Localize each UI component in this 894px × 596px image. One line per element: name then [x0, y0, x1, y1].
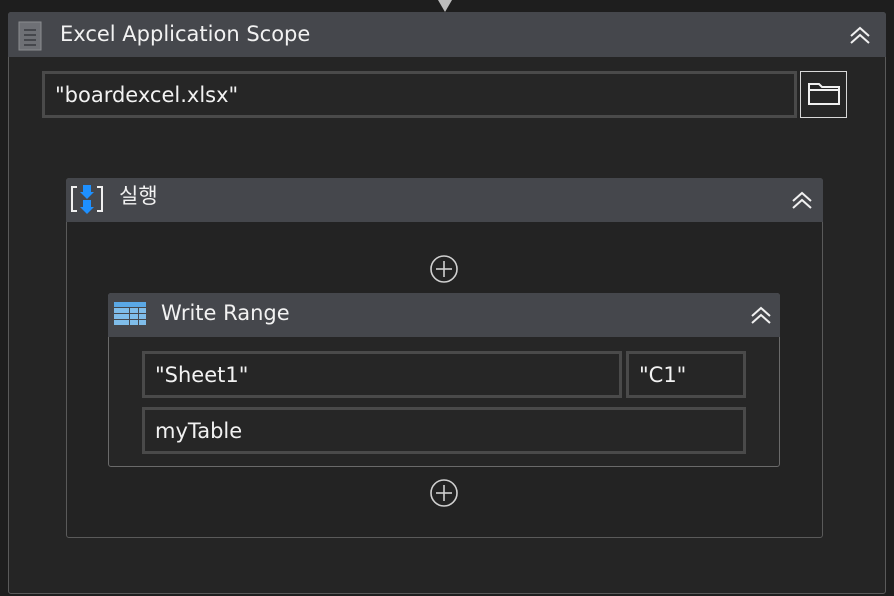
- sequence-header[interactable]: [66, 178, 823, 222]
- write-range-title: Write Range: [161, 301, 290, 325]
- add-activity-icon[interactable]: [429, 478, 459, 508]
- browse-file-button[interactable]: [800, 71, 847, 118]
- double-chevron-up-icon[interactable]: [789, 187, 815, 213]
- add-activity-icon[interactable]: [429, 254, 459, 284]
- data-table-input[interactable]: myTable: [142, 407, 746, 454]
- excel-scope-icon: [18, 21, 42, 51]
- write-range-icon: [114, 302, 146, 326]
- connector-arrow: [438, 0, 452, 12]
- folder-icon: [807, 80, 841, 110]
- start-cell-input[interactable]: "C1": [626, 351, 746, 398]
- excel-scope-title: Excel Application Scope: [60, 22, 311, 46]
- double-chevron-up-icon[interactable]: [847, 22, 873, 48]
- workbook-path-input[interactable]: "boardexcel.xlsx": [42, 71, 797, 118]
- sequence-icon: [70, 183, 110, 217]
- sheet-name-input[interactable]: "Sheet1": [142, 351, 622, 398]
- double-chevron-up-icon[interactable]: [748, 302, 774, 328]
- sequence-title: 실행: [119, 184, 158, 208]
